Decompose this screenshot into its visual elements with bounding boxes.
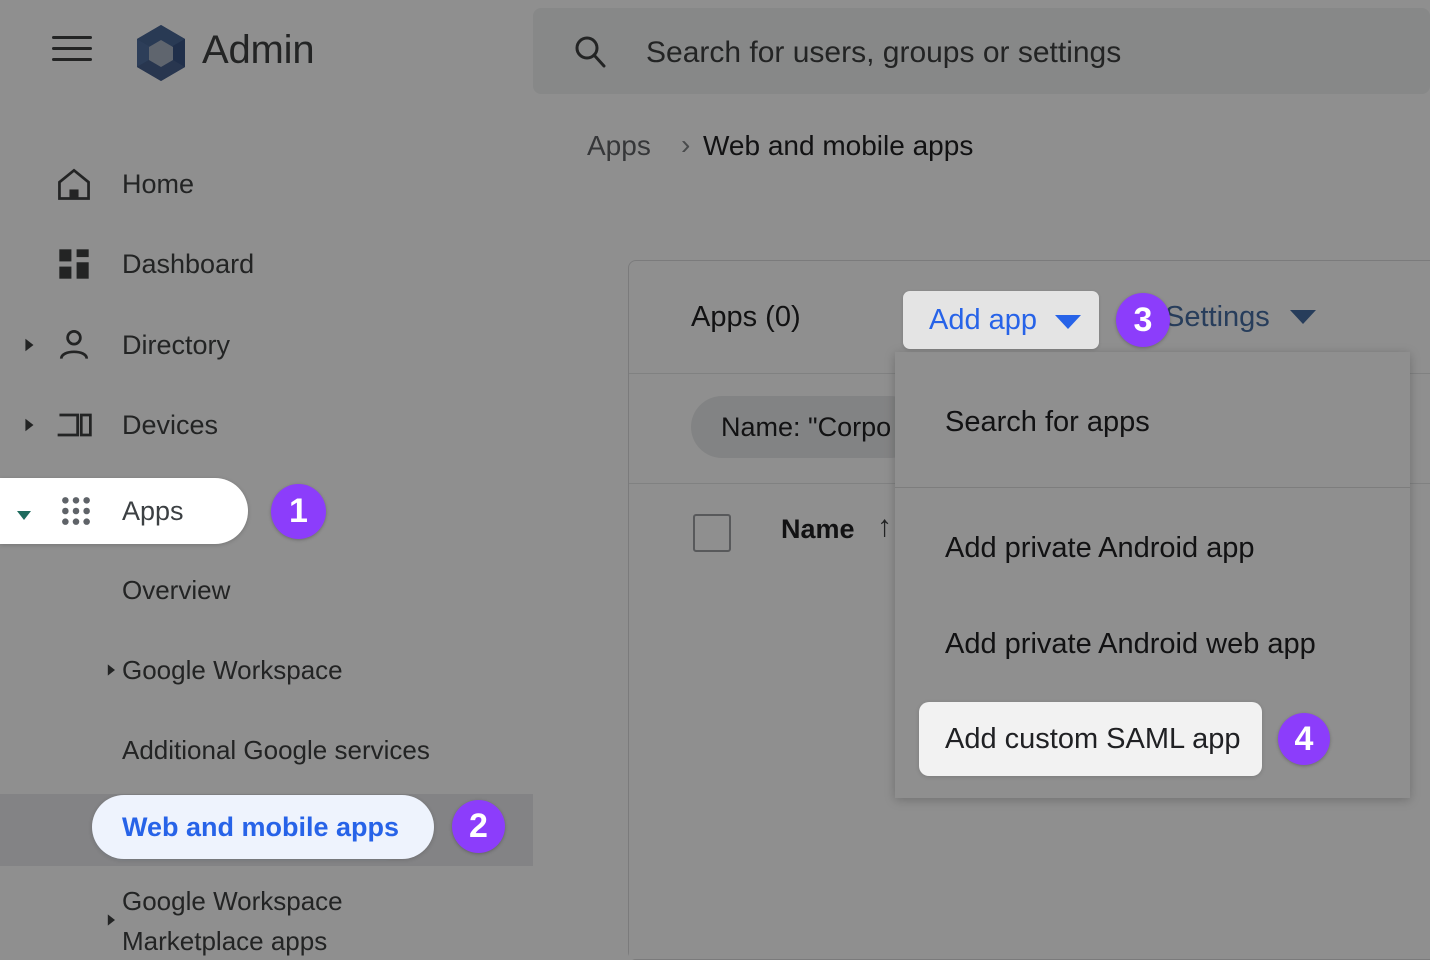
menu-item-label: Add private Android web app bbox=[945, 628, 1316, 661]
sidebar-item-devices[interactable]: Devices bbox=[0, 389, 533, 461]
highlight-sidebar-item-apps[interactable]: Apps bbox=[0, 478, 248, 544]
sidebar-item-label: Home bbox=[122, 169, 194, 200]
settings-button[interactable]: Settings bbox=[1141, 285, 1340, 349]
menu-item-search-for-apps[interactable]: Search for apps bbox=[895, 374, 1410, 470]
sidebar-item-label: Web and mobile apps bbox=[122, 812, 399, 843]
add-app-label: Add app bbox=[929, 304, 1037, 337]
hamburger-menu-icon[interactable] bbox=[52, 36, 92, 68]
sidebar-item-label: Devices bbox=[122, 410, 218, 441]
sidebar-item-additional-google-services[interactable]: Additional Google services bbox=[0, 714, 533, 786]
menu-item-label: Search for apps bbox=[945, 406, 1150, 439]
select-all-checkbox[interactable] bbox=[693, 514, 731, 552]
breadcrumb-separator-icon: › bbox=[681, 129, 690, 161]
sidebar-item-label: Apps bbox=[122, 496, 184, 527]
sidebar-item-label: Dashboard bbox=[122, 249, 254, 280]
google-admin-logo-icon bbox=[130, 22, 192, 84]
step-badge-2: 2 bbox=[452, 800, 505, 853]
sidebar-item-label: Directory bbox=[122, 330, 230, 361]
search-placeholder: Search for users, groups or settings bbox=[646, 36, 1121, 70]
chevron-right-icon[interactable] bbox=[98, 657, 124, 683]
devices-icon bbox=[52, 403, 96, 447]
sidebar-item-directory[interactable]: Directory bbox=[0, 309, 533, 381]
breadcrumb: Apps › Web and mobile apps bbox=[533, 104, 1430, 183]
sidebar-item-dashboard[interactable]: Dashboard bbox=[0, 228, 533, 300]
menu-item-add-private-android-web-app[interactable]: Add private Android web app bbox=[895, 596, 1410, 692]
home-icon bbox=[52, 162, 96, 206]
breadcrumb-apps[interactable]: Apps bbox=[587, 130, 651, 162]
chevron-down-icon bbox=[1055, 315, 1081, 329]
search-icon bbox=[573, 34, 607, 68]
dashboard-icon bbox=[52, 242, 96, 286]
menu-item-label: Add private Android app bbox=[945, 532, 1255, 565]
menu-item-label: Add custom SAML app bbox=[945, 723, 1241, 756]
sidebar-item-google-workspace[interactable]: Google Workspace bbox=[0, 634, 533, 706]
sidebar-item-label: Google Workspace bbox=[122, 655, 343, 686]
sidebar-item-label-line2: Marketplace apps bbox=[122, 921, 343, 960]
sidebar-item-google-workspace-marketplace-apps[interactable]: Google Workspace Marketplace apps bbox=[0, 869, 533, 960]
filter-chip-label: Name: "Corpo bbox=[721, 412, 891, 443]
chevron-right-icon[interactable] bbox=[16, 332, 42, 358]
highlight-add-app-button[interactable]: Add app bbox=[903, 291, 1099, 349]
highlight-menu-item-add-custom-saml-app[interactable]: Add custom SAML app bbox=[919, 702, 1262, 776]
highlight-sidebar-item-web-and-mobile-apps[interactable]: Web and mobile apps bbox=[92, 795, 434, 859]
sidebar-item-overview[interactable]: Overview bbox=[0, 554, 533, 626]
menu-item-add-private-android-app[interactable]: Add private Android app bbox=[895, 500, 1410, 596]
step-badge-4: 4 bbox=[1278, 713, 1330, 765]
chevron-right-icon[interactable] bbox=[98, 907, 124, 933]
chevron-down-icon bbox=[1290, 310, 1316, 324]
top-bar: Admin Search for users, groups or settin… bbox=[0, 0, 1430, 104]
apps-count-label: Apps (0) bbox=[691, 301, 801, 334]
menu-divider bbox=[895, 487, 1410, 488]
sidebar-item-home[interactable]: Home bbox=[0, 148, 533, 220]
sidebar-item-label: Google Workspace bbox=[122, 881, 343, 921]
breadcrumb-current: Web and mobile apps bbox=[703, 130, 973, 162]
search-input[interactable]: Search for users, groups or settings bbox=[533, 8, 1430, 94]
sidebar-item-label: Overview bbox=[122, 575, 230, 606]
brand-title: Admin bbox=[202, 28, 314, 73]
chevron-down-icon[interactable] bbox=[14, 505, 34, 530]
step-badge-1: 1 bbox=[271, 484, 326, 539]
settings-label: Settings bbox=[1165, 301, 1270, 334]
sidebar-item-label: Additional Google services bbox=[122, 735, 430, 766]
person-icon bbox=[52, 323, 96, 367]
apps-grid-icon bbox=[58, 493, 94, 534]
chevron-right-icon[interactable] bbox=[16, 412, 42, 438]
column-header-name[interactable]: Name bbox=[781, 514, 855, 545]
sort-ascending-icon[interactable]: ↑ bbox=[877, 510, 892, 544]
screenshot-root: Admin Search for users, groups or settin… bbox=[0, 0, 1430, 960]
step-badge-3: 3 bbox=[1116, 293, 1170, 347]
filter-chip-name[interactable]: Name: "Corpo bbox=[691, 396, 921, 458]
